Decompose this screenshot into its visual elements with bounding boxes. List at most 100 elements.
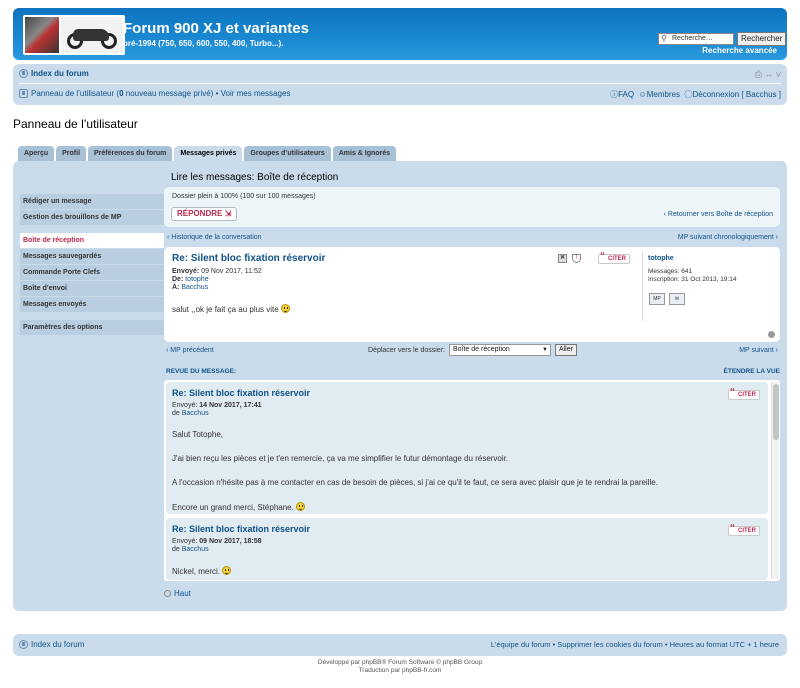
author-joined: Inscription: 31 Oct 2013, 19:14: [648, 276, 737, 283]
ucp-link[interactable]: Panneau de l’utilisateur: [31, 89, 114, 98]
members-link[interactable]: Membres: [647, 90, 680, 99]
search-input[interactable]: ⚲ Recherche…: [658, 33, 734, 45]
menu-keychain[interactable]: Commande Porte Clefs: [20, 265, 164, 280]
faq-link[interactable]: FAQ: [618, 90, 634, 99]
smiley-icon: [296, 502, 306, 511]
site-header: Forum 900 XJ et variantes pré-1994 (750,…: [13, 8, 787, 60]
review-title: REVUE DU MESSAGE:: [166, 368, 237, 375]
previous-pm-link[interactable]: ‹ MP précédent: [166, 347, 214, 354]
footer-forum-index-link[interactable]: Index du forum: [19, 640, 84, 650]
top-circle-icon: [164, 590, 171, 597]
review-post-meta: Envoyé: 14 Nov 2017, 17:41 de Bacchus: [172, 402, 262, 418]
review-post-line: Salut Totophe,: [172, 430, 224, 439]
message-meta: Envoyé: 09 Nov 2017, 11:52 De: totophe À…: [172, 268, 262, 292]
author-profile: totophe Messages: 641 Inscription: 31 Oc…: [642, 251, 776, 321]
bike-body-shape: [73, 29, 109, 41]
forum-index-link[interactable]: Index du forum: [19, 69, 89, 79]
menu-options[interactable]: Paramètres des options: [20, 320, 164, 335]
ucp-icon: [19, 89, 28, 99]
translation-credit: Traduction par phpBB-fr.com: [358, 667, 442, 674]
site-logo[interactable]: [23, 15, 125, 55]
menu-inbox[interactable]: Boîte de réception: [20, 233, 164, 248]
email-button[interactable]: ✉: [669, 293, 685, 305]
tab-private-messages[interactable]: Messages privés: [174, 146, 243, 161]
back-to-top-link[interactable]: Haut: [164, 589, 191, 598]
go-button[interactable]: Aller: [554, 344, 577, 356]
sent-label: Envoyé:: [172, 268, 200, 275]
move-row: ‹ MP précédent Déplacer vers le dossier:…: [164, 343, 780, 359]
quote-button[interactable]: CITER: [728, 389, 760, 400]
review-scrollbar[interactable]: [771, 382, 779, 579]
review-post-text: Nickel, merci.: [172, 567, 223, 576]
ucp-pm-text: nouveau message privé) •: [123, 89, 221, 98]
author-link[interactable]: Bacchus: [182, 546, 209, 553]
message-review: Re: Silent bloc fixation réservoir Envoy…: [164, 380, 780, 581]
message-subject: Re: Silent bloc fixation réservoir: [172, 253, 326, 264]
search-placeholder: Recherche…: [672, 35, 713, 42]
author-name[interactable]: totophe: [648, 255, 776, 262]
tab-overview[interactable]: Aperçu: [18, 146, 55, 161]
review-post-subject[interactable]: Re: Silent bloc fixation réservoir: [172, 524, 310, 534]
home-icon: [19, 640, 28, 650]
smiley-icon: [222, 566, 232, 575]
footer-navbar: Index du forum L’équipe du forum • Suppr…: [13, 634, 787, 656]
menu-sent[interactable]: Messages envoyés: [20, 297, 164, 312]
author-posts: Messages: 641: [648, 268, 693, 275]
sent-date: 14 Nov 2017, 17:41: [199, 402, 262, 409]
advanced-search-link[interactable]: Recherche avancée: [702, 46, 777, 55]
menu-compose[interactable]: Rédiger un message: [20, 194, 164, 209]
review-post-line: Encore un grand merci, Stéphane.: [172, 502, 306, 512]
delete-icon[interactable]: ✖: [558, 254, 567, 263]
send-pm-button[interactable]: MP: [649, 293, 665, 305]
history-row: ‹ Historique de la conversation MP suiva…: [164, 232, 780, 244]
logout-link[interactable]: Déconnexion [ Bacchus ]: [693, 90, 782, 99]
tab-profile[interactable]: Profil: [56, 146, 87, 161]
from-user-link[interactable]: totophe: [185, 276, 208, 283]
back-to-inbox-link[interactable]: ‹ Retourner vers Boîte de réception: [664, 211, 773, 218]
top-link-label: Haut: [174, 589, 191, 598]
scrollbar-thumb[interactable]: [773, 384, 779, 440]
reply-button[interactable]: RÉPONDRE ⇲: [171, 207, 238, 221]
report-icon[interactable]: !: [572, 254, 581, 263]
page-tools[interactable]: ⎙ ↔ ∨: [755, 69, 781, 80]
next-chrono-pm-link[interactable]: MP suivant chronologiquement ›: [678, 234, 778, 241]
pm-sidebar-menu: Rédiger un message Gestion des brouillon…: [20, 194, 164, 336]
quote-button[interactable]: CITER: [728, 525, 760, 536]
options-icon[interactable]: [768, 331, 775, 338]
review-post-line: A l'occasion n'hésite pas à me contacter…: [172, 478, 658, 487]
sent-date: 09 Nov 2017, 11:52: [201, 268, 262, 275]
ucp-links: Panneau de l’utilisateur (0 nouveau mess…: [19, 89, 291, 99]
to-user-link[interactable]: Bacchus: [181, 284, 208, 291]
folder-info-box: Dossier plein à 100% (100 sur 100 messag…: [164, 187, 780, 227]
home-icon: [19, 69, 28, 79]
next-pm-link[interactable]: MP suivant ›: [739, 347, 778, 354]
conversation-history-link[interactable]: ‹ Historique de la conversation: [167, 234, 262, 241]
move-to-folder: Déplacer vers le dossier: Boîte de récep…: [368, 344, 577, 356]
tab-usergroups[interactable]: Groupes d’utilisateurs: [244, 146, 331, 161]
to-label: À:: [172, 284, 180, 291]
menu-outbox[interactable]: Boîte d’envoi: [20, 281, 164, 296]
menu-saved[interactable]: Messages sauvegardés: [20, 249, 164, 264]
quote-button[interactable]: CITER: [598, 253, 630, 264]
review-post-text: Encore un grand merci, Stéphane.: [172, 503, 297, 512]
footer-links[interactable]: L’équipe du forum • Supprimer les cookie…: [491, 640, 779, 649]
review-post: Re: Silent bloc fixation réservoir Envoy…: [166, 518, 768, 580]
message-body: salut ,,ok je fait ça au plus vite: [172, 304, 290, 314]
site-title[interactable]: Forum 900 XJ et variantes: [123, 20, 309, 37]
view-messages-link[interactable]: Voir mes messages: [221, 89, 291, 98]
page-title: Panneau de l’utilisateur: [13, 117, 138, 131]
folder-select[interactable]: Boîte de réception: [448, 344, 551, 356]
private-message: Re: Silent bloc fixation réservoir Envoy…: [164, 247, 780, 342]
site-description: pré-1994 (750, 650, 600, 550, 400, Turbo…: [123, 39, 284, 48]
tab-preferences[interactable]: Préférences du forum: [88, 146, 173, 161]
review-post-subject[interactable]: Re: Silent bloc fixation réservoir: [172, 388, 310, 398]
author-link[interactable]: Bacchus: [182, 410, 209, 417]
expand-view-link[interactable]: ÉTENDRE LA VUE: [724, 368, 780, 375]
menu-drafts[interactable]: Gestion des brouillons de MP: [20, 210, 164, 225]
review-post-line: Nickel, merci.: [172, 566, 232, 576]
search-button[interactable]: Rechercher: [737, 32, 787, 46]
tab-friends-foes[interactable]: Amis & Ignorés: [332, 146, 397, 161]
sent-label: Envoyé:: [172, 538, 200, 545]
navbar: Index du forum ⎙ ↔ ∨ Panneau de l’utilis…: [13, 64, 787, 105]
ucp-panel: Rédiger un message Gestion des brouillon…: [13, 161, 787, 611]
